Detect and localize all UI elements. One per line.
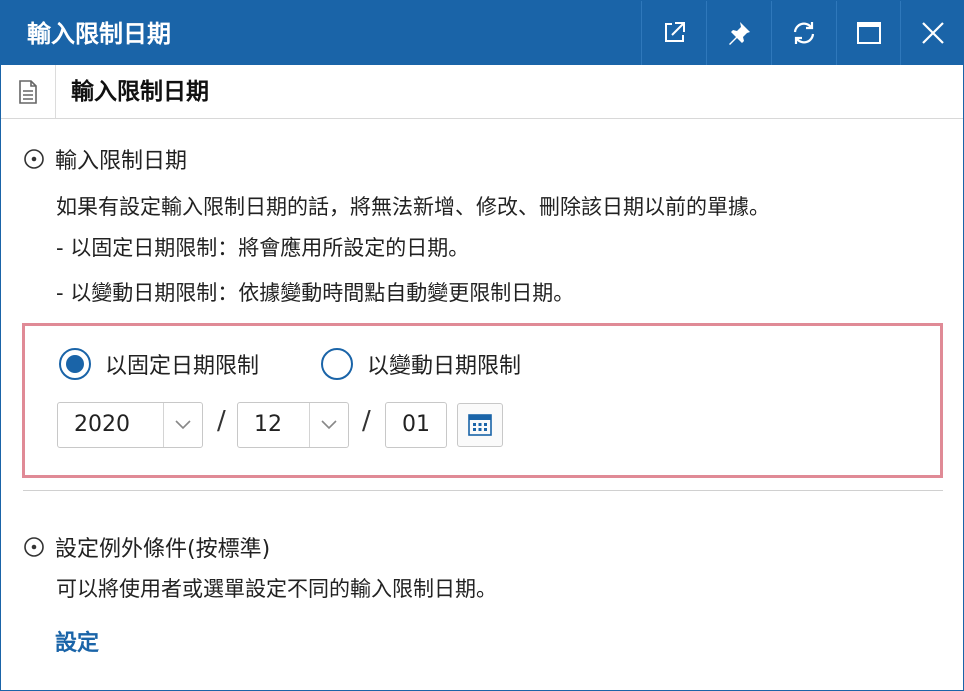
dialog-window: 輸入限制日期 輸入限制日期 輸入限制日期 如果有設定輸入限制日期的話，將無法新增…: [0, 0, 964, 691]
close-button[interactable]: [900, 1, 963, 65]
pin-icon: [729, 22, 750, 45]
radio-variable-date[interactable]: 以變動日期限制: [321, 348, 521, 380]
refresh-icon: [793, 22, 815, 44]
date-separator: /: [362, 406, 371, 436]
radio-unchecked-icon: [321, 348, 353, 380]
chevron-down-icon: [163, 403, 202, 447]
pin-button[interactable]: [706, 1, 771, 65]
year-value: 2020: [74, 412, 130, 437]
maximize-icon: [857, 22, 881, 44]
fixed-note: - 以固定日期限制：將會應用所設定的日期。: [56, 236, 470, 260]
close-icon: [922, 22, 944, 44]
day-input[interactable]: 01: [385, 402, 447, 448]
sub-header: 輸入限制日期: [1, 65, 963, 119]
year-select[interactable]: 2020: [57, 402, 203, 448]
radio-fixed-label: 以固定日期限制: [105, 354, 260, 379]
maximize-button[interactable]: [836, 1, 901, 65]
radio-variable-label: 以變動日期限制: [367, 354, 522, 379]
title-bar: 輸入限制日期: [1, 1, 963, 65]
radio-checked-icon: [59, 348, 91, 380]
date-separator: /: [217, 406, 226, 436]
section-description: 如果有設定輸入限制日期的話，將無法新增、修改、刪除該日期以前的單據。: [56, 195, 770, 219]
section-exception-heading: 設定例外條件(按標準): [23, 531, 270, 563]
chevron-down-icon: [309, 403, 348, 447]
popout-button[interactable]: [641, 1, 706, 65]
page-title: 輸入限制日期: [71, 79, 209, 105]
divider: [23, 490, 943, 491]
exception-description: 可以將使用者或選單設定不同的輸入限制日期。: [56, 577, 497, 601]
document-icon: [1, 65, 56, 118]
calendar-button[interactable]: [457, 403, 503, 447]
circle-dot-icon: [24, 149, 44, 169]
month-select[interactable]: 12: [237, 402, 349, 448]
variable-note: - 以變動日期限制：依據變動時間點自動變更限制日期。: [56, 281, 575, 305]
calendar-icon: [468, 414, 492, 436]
month-value: 12: [254, 412, 282, 437]
popout-icon: [665, 22, 685, 42]
refresh-button[interactable]: [771, 1, 836, 65]
section-heading-text: 輸入限制日期: [55, 149, 188, 174]
date-setting-panel: 以固定日期限制 以變動日期限制 2020 / 12 / 01: [22, 323, 943, 478]
circle-dot-icon: [24, 537, 44, 557]
settings-link[interactable]: 設定: [55, 625, 99, 657]
section-restrict-date-heading: 輸入限制日期: [23, 143, 187, 175]
radio-fixed-date[interactable]: 以固定日期限制: [59, 348, 259, 380]
section-heading-text: 設定例外條件(按標準): [55, 537, 271, 562]
window-title: 輸入限制日期: [27, 20, 171, 48]
